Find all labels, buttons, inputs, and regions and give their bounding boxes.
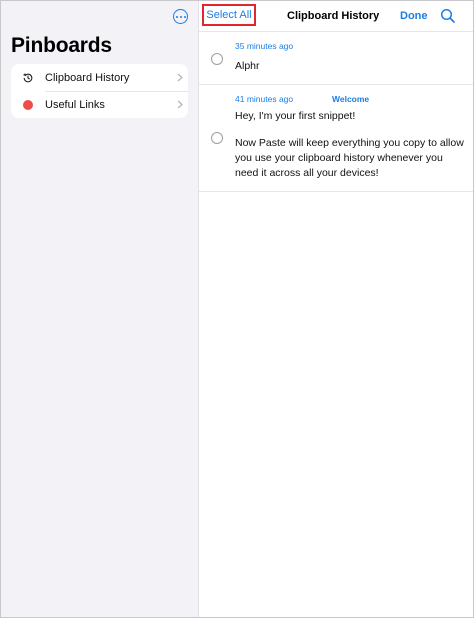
page-title: Clipboard History	[287, 10, 380, 22]
app-window: Pinboards Clipboard History Useful Links	[0, 0, 474, 618]
sidebar-item-clipboard-history[interactable]: Clipboard History	[11, 64, 188, 91]
chevron-right-icon	[172, 100, 188, 109]
select-radio[interactable]	[211, 132, 223, 144]
clip-text: Hey, I'm your first snippet!	[235, 110, 356, 122]
sidebar-title: Pinboards	[11, 34, 112, 57]
sidebar-item-label: Useful Links	[45, 98, 105, 111]
list-item[interactable]: 41 minutes ago Welcome Hey, I'm your fir…	[199, 85, 473, 192]
ellipsis-circle-icon[interactable]	[173, 9, 188, 24]
list-item[interactable]: 35 minutes ago Alphr	[199, 32, 473, 85]
history-icon	[11, 72, 45, 84]
search-icon[interactable]	[440, 8, 456, 24]
clip-timestamp: 41 minutes ago	[235, 94, 294, 104]
sidebar: Pinboards Clipboard History Useful Links	[1, 1, 199, 617]
done-button[interactable]: Done	[400, 10, 428, 22]
select-radio[interactable]	[211, 53, 223, 65]
red-dot-icon	[11, 99, 45, 110]
sidebar-item-useful-links[interactable]: Useful Links	[11, 91, 188, 118]
select-all-button[interactable]: Select All	[202, 4, 256, 26]
pinboard-list: Clipboard History Useful Links	[11, 64, 188, 118]
clipboard-pane: Select All Clipboard History Done 35 min…	[199, 1, 473, 617]
chevron-right-icon	[172, 73, 188, 82]
navigation-bar: Select All Clipboard History Done	[199, 1, 473, 32]
sidebar-item-label: Clipboard History	[45, 71, 130, 84]
clip-text: Alphr	[235, 60, 260, 72]
clip-timestamp: 35 minutes ago	[235, 41, 294, 51]
clip-source-tag: Welcome	[332, 94, 370, 104]
clip-text: Now Paste will keep everything you copy …	[235, 137, 464, 179]
